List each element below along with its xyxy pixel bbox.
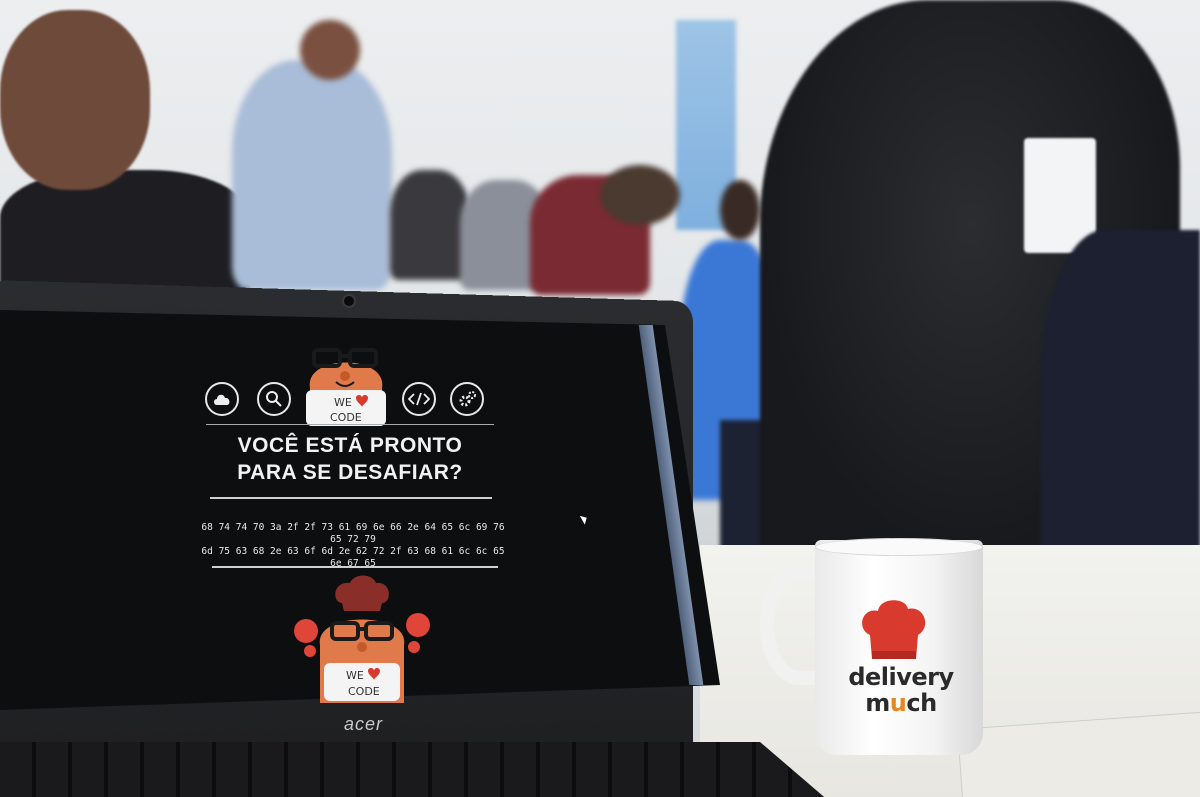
- mug-brand: delivery much: [836, 664, 966, 716]
- crowd-person: [390, 170, 470, 280]
- svg-text:CODE: CODE: [348, 685, 380, 698]
- screen-content: WE CODE VOCÊ ESTÁ PRONTO PARA SE DESAFIA…: [200, 340, 505, 703]
- mug-rim: [815, 538, 983, 556]
- headline-line2: PARA SE DESAFIAR?: [237, 461, 463, 484]
- mug-brand-line2: much: [865, 689, 937, 717]
- hex-line1: 68 74 74 70 3a 2f 2f 73 61 69 6e 66 2e 6…: [201, 522, 505, 545]
- gear-icon[interactable]: [450, 382, 484, 416]
- code-icon[interactable]: [402, 382, 436, 416]
- person-hoodie-head: [300, 20, 360, 80]
- chef-hat-icon: [862, 600, 926, 659]
- webcam: [342, 294, 356, 308]
- mascot-icon: WE CODE: [306, 348, 386, 426]
- svg-text:CODE: CODE: [330, 411, 362, 424]
- headline-line1: VOCÊ ESTÁ PRONTO: [237, 434, 463, 457]
- divider: [212, 566, 498, 568]
- cloud-icon[interactable]: [205, 382, 239, 416]
- svg-text:WE: WE: [346, 669, 364, 682]
- crowd-person: [720, 180, 760, 240]
- person-hoodie: [232, 60, 392, 290]
- crowd-person: [600, 165, 680, 225]
- search-icon[interactable]: [257, 382, 291, 416]
- divider: [206, 424, 494, 425]
- laptop-brand: acer: [344, 714, 384, 734]
- photo-scene: delivery much acer WE CODE VOCÊ ESTÁ PRO…: [0, 0, 1200, 797]
- person-left-head: [0, 10, 150, 190]
- hex-message: 68 74 74 70 3a 2f 2f 73 61 69 6e 66 2e 6…: [200, 522, 506, 570]
- chef-mascot-icon: WE CODE: [294, 575, 430, 703]
- person-left-body: [0, 170, 250, 290]
- headline: VOCÊ ESTÁ PRONTO PARA SE DESAFIAR?: [200, 432, 500, 486]
- mug-brand-line1: delivery: [848, 663, 954, 691]
- divider: [210, 497, 492, 499]
- keyboard: [0, 742, 830, 797]
- svg-text:WE: WE: [334, 396, 352, 409]
